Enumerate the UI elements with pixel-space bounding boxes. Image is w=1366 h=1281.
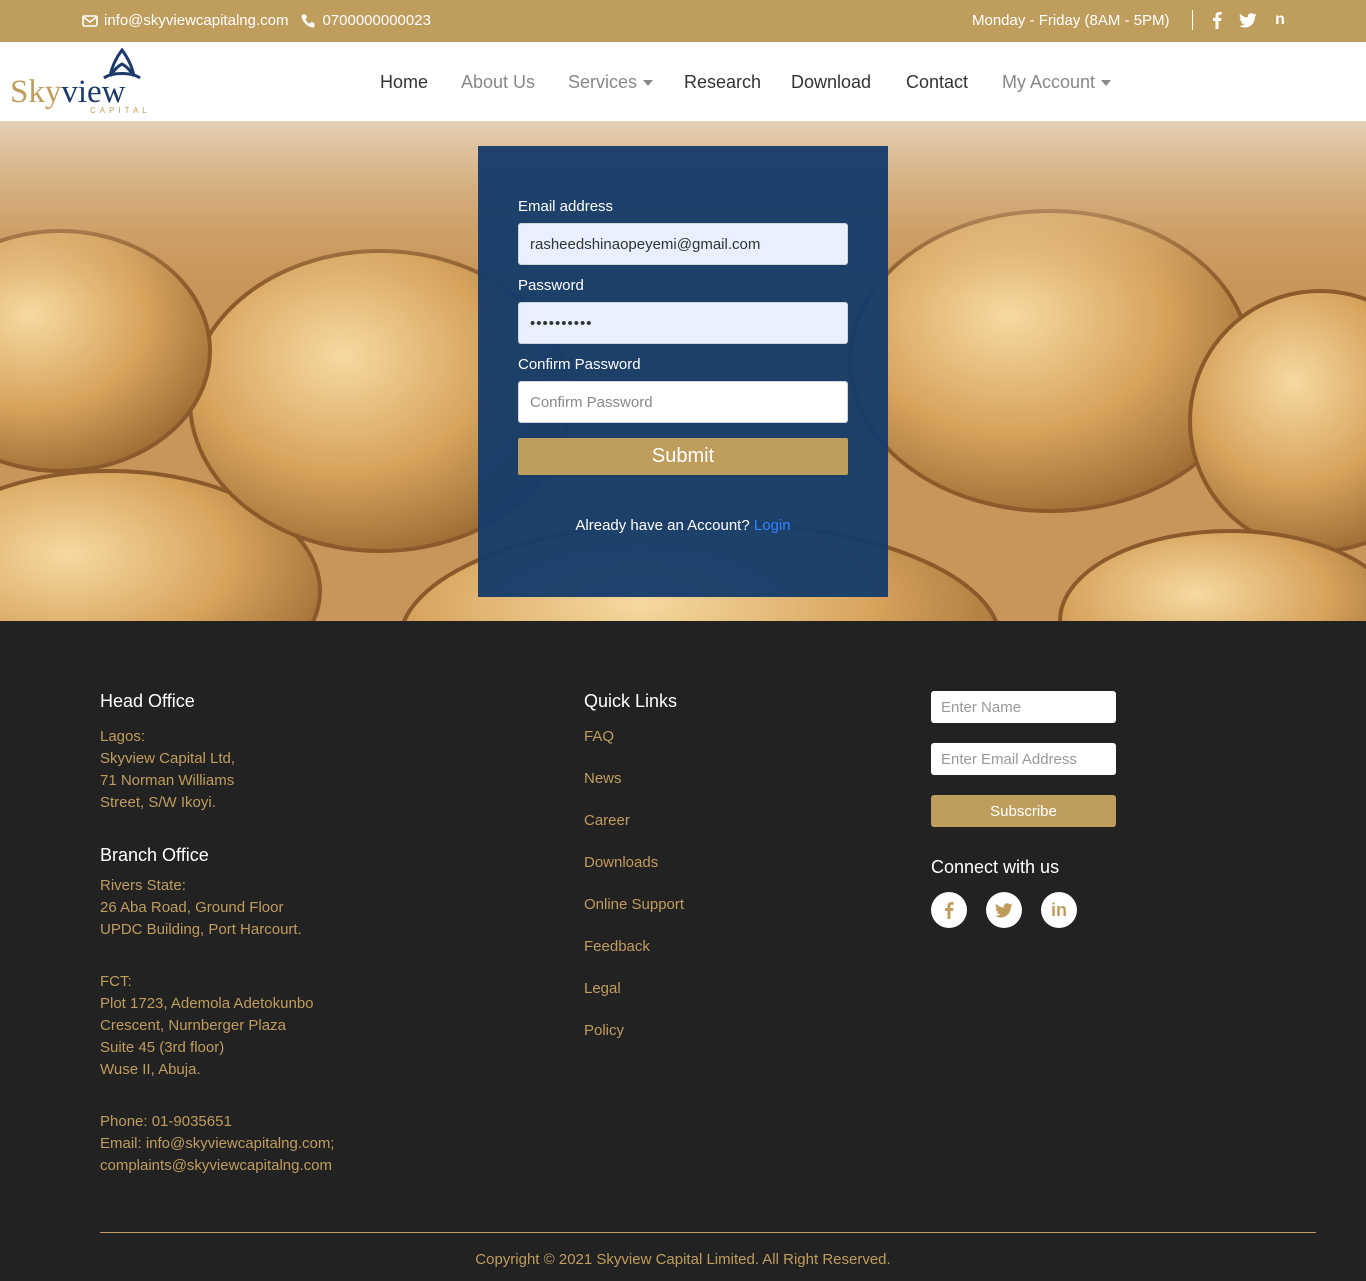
address-line: UPDC Building, Port Harcourt. — [100, 921, 302, 938]
newsletter-name-input[interactable]: Enter Name — [931, 691, 1116, 723]
quick-link-faq[interactable]: FAQ — [584, 728, 614, 745]
quick-link-legal[interactable]: Legal — [584, 980, 621, 997]
password-field[interactable]: •••••••••• — [518, 302, 848, 344]
quick-links-title: Quick Links — [584, 691, 678, 711]
address-line: Suite 45 (3rd floor) — [100, 1039, 225, 1056]
nav-account-label: My Account — [1002, 72, 1096, 92]
phone-icon — [301, 14, 315, 28]
address-line: FCT: — [100, 973, 132, 990]
fct-address: FCT: Plot 1723, Ademola Adetokunbo Cresc… — [100, 971, 314, 1081]
twitter-icon[interactable] — [986, 892, 1022, 928]
copyright-text: Copyright © 2021 Skyview Capital Limited… — [475, 1251, 891, 1268]
email-label: Email address — [518, 198, 614, 215]
hero-section: Email address rasheedshinaopeyemi@gmail.… — [0, 121, 1366, 621]
branch-office-title: Branch Office — [100, 845, 209, 865]
top-email[interactable]: info@skyviewcapitalng.com — [104, 12, 288, 29]
footer-complaints-email[interactable]: complaints@skyviewcapitalng.com — [100, 1155, 334, 1177]
envelope-icon — [82, 14, 98, 27]
connect-title: Connect with us — [931, 857, 1060, 877]
confirm-password-label: Confirm Password — [518, 356, 641, 373]
top-divider — [1192, 10, 1193, 30]
address-line: Street, S/W Ikoyi. — [100, 794, 216, 811]
quick-link-feedback[interactable]: Feedback — [584, 938, 650, 955]
subscribe-button[interactable]: Subscribe — [931, 795, 1116, 827]
address-line: Lagos: — [100, 728, 146, 745]
linkedin-icon[interactable]: n — [1270, 10, 1290, 30]
nav-services[interactable]: Services — [568, 72, 654, 93]
address-line: 71 Norman Williams — [100, 772, 235, 789]
address-line: Plot 1723, Ademola Adetokunbo — [100, 995, 314, 1012]
nav-home[interactable]: Home — [380, 72, 428, 93]
business-hours: Monday - Friday (8AM - 5PM) — [972, 12, 1170, 29]
head-office-address: Lagos: Skyview Capital Ltd, 71 Norman Wi… — [100, 726, 235, 814]
signup-form-card: Email address rasheedshinaopeyemi@gmail.… — [478, 146, 888, 597]
quick-link-online-support[interactable]: Online Support — [584, 896, 684, 913]
site-footer: Head Office Lagos: Skyview Capital Ltd, … — [0, 621, 1366, 1281]
main-navbar: Skyview CAPITAL Home About Us Services R… — [0, 42, 1366, 121]
address-line: Skyview Capital Ltd, — [100, 750, 236, 767]
footer-contact-info: Phone: 01-9035651 Email: info@skyviewcap… — [100, 1111, 334, 1177]
login-prompt: Already have an Account? Login — [478, 517, 888, 534]
chevron-down-icon — [1101, 79, 1112, 86]
submit-button[interactable]: Submit — [518, 438, 848, 475]
top-phone[interactable]: 0700000000023 — [322, 12, 430, 29]
logo-sky: Sky — [10, 74, 62, 110]
nav-about[interactable]: About Us — [461, 72, 535, 93]
address-line: Wuse II, Abuja. — [100, 1061, 201, 1078]
newsletter-email-input[interactable]: Enter Email Address — [931, 743, 1116, 775]
quick-link-downloads[interactable]: Downloads — [584, 854, 658, 871]
chevron-down-icon — [643, 79, 654, 86]
skyview-logo[interactable]: Skyview CAPITAL — [10, 48, 160, 116]
footer-phone[interactable]: Phone: 01-9035651 — [100, 1111, 334, 1133]
nav-my-account[interactable]: My Account — [1002, 72, 1112, 93]
email-field[interactable]: rasheedshinaopeyemi@gmail.com — [518, 223, 848, 265]
top-bar: info@skyviewcapitalng.com 0700000000023 … — [0, 0, 1366, 42]
nav-services-label: Services — [568, 72, 638, 92]
head-office-title: Head Office — [100, 691, 195, 711]
branch-office-address: Rivers State: 26 Aba Road, Ground Floor … — [100, 875, 302, 941]
facebook-icon[interactable] — [931, 892, 967, 928]
quick-link-news[interactable]: News — [584, 770, 622, 787]
nav-contact[interactable]: Contact — [906, 72, 968, 93]
logo-subtitle: CAPITAL — [90, 106, 151, 115]
address-line: Rivers State: — [100, 877, 186, 894]
quick-link-career[interactable]: Career — [584, 812, 630, 829]
facebook-icon[interactable] — [1207, 10, 1227, 30]
top-contact: info@skyviewcapitalng.com 0700000000023 — [82, 12, 431, 29]
quick-link-policy[interactable]: Policy — [584, 1022, 624, 1039]
confirm-password-field[interactable]: Confirm Password — [518, 381, 848, 423]
linkedin-icon[interactable]: in — [1041, 892, 1077, 928]
login-prompt-text: Already have an Account? — [575, 517, 750, 534]
logo-view: view — [61, 74, 126, 110]
password-label: Password — [518, 277, 584, 294]
address-line: 26 Aba Road, Ground Floor — [100, 899, 284, 916]
footer-email[interactable]: Email: info@skyviewcapitalng.com; — [100, 1133, 334, 1155]
login-link[interactable]: Login — [754, 517, 791, 534]
footer-divider — [100, 1232, 1316, 1233]
address-line: Crescent, Nurnberger Plaza — [100, 1017, 286, 1034]
twitter-icon[interactable] — [1238, 10, 1258, 30]
nav-download[interactable]: Download — [791, 72, 871, 93]
nav-research[interactable]: Research — [684, 72, 761, 93]
